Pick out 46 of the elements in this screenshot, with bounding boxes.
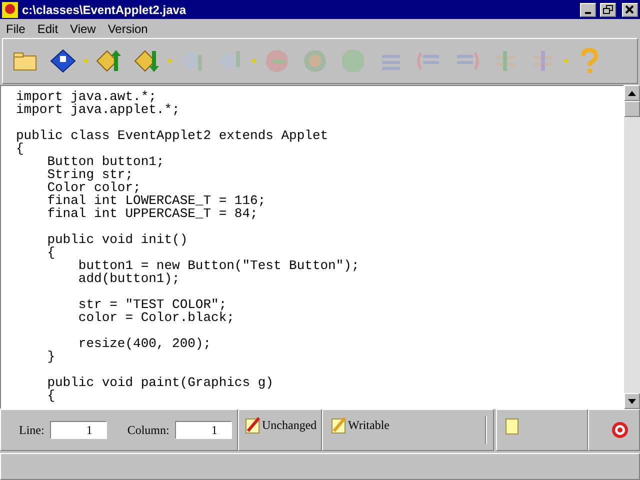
menu-item[interactable]: Edit [31, 20, 64, 38]
column-label: Column: [127, 422, 170, 439]
code-line: { [46, 389, 56, 402]
menu-item[interactable]: View [64, 20, 102, 38]
restore-icon [603, 5, 613, 14]
code-line: public void init() [46, 233, 189, 246]
note-pencil-icon [331, 416, 347, 434]
scroll-down-icon[interactable] [624, 393, 640, 409]
code-line: String str; [46, 168, 134, 181]
code-line: resize(400, 200); [77, 337, 212, 350]
scroll-thumb[interactable] [624, 101, 640, 117]
minimize-icon [585, 12, 591, 14]
menu-item[interactable]: File [0, 20, 32, 38]
close-icon [625, 5, 635, 14]
line-field[interactable]: 1 [50, 421, 108, 439]
code-line: button1 = new Button("Test Button"); [77, 259, 360, 272]
app-icon [2, 2, 18, 18]
window-title: c:\classes\EventApplet2.java [22, 2, 188, 18]
access-status: Writable [348, 417, 390, 434]
modified-status: Unchanged [262, 417, 317, 434]
code-line: color = Color.black; [77, 311, 236, 324]
code-line: { [46, 246, 56, 259]
close-button[interactable] [622, 2, 638, 16]
note-icon [505, 418, 519, 435]
column-field[interactable]: 1 [175, 421, 232, 439]
code-line: Color color; [46, 181, 142, 194]
target-icon [611, 421, 629, 439]
restore-button[interactable] [600, 2, 616, 16]
code-line: public class EventApplet2 extends Applet [16, 129, 330, 142]
note-pencil-icon [245, 416, 261, 434]
code-line: { [16, 142, 24, 155]
menu-item[interactable]: Version [102, 20, 154, 38]
code-editor[interactable] [0, 85, 624, 409]
line-label: Line: [19, 422, 44, 439]
code-line: add(button1); [77, 272, 181, 285]
code-line: } [46, 350, 56, 363]
code-line: str = "TEST COLOR"; [77, 298, 227, 311]
vertical-scrollbar[interactable] [624, 85, 640, 409]
code-line: final int UPPERCASE_T = 84; [46, 207, 258, 220]
code-line: import java.awt.*; [16, 90, 156, 103]
code-line: public void paint(Graphics g) [46, 376, 274, 389]
scroll-up-icon[interactable] [624, 85, 640, 101]
code-line: import java.applet.*; [16, 103, 181, 116]
code-line: final int LOWERCASE_T = 116; [46, 194, 267, 207]
minimize-button[interactable] [580, 2, 596, 16]
code-line: Button button1; [46, 155, 166, 168]
